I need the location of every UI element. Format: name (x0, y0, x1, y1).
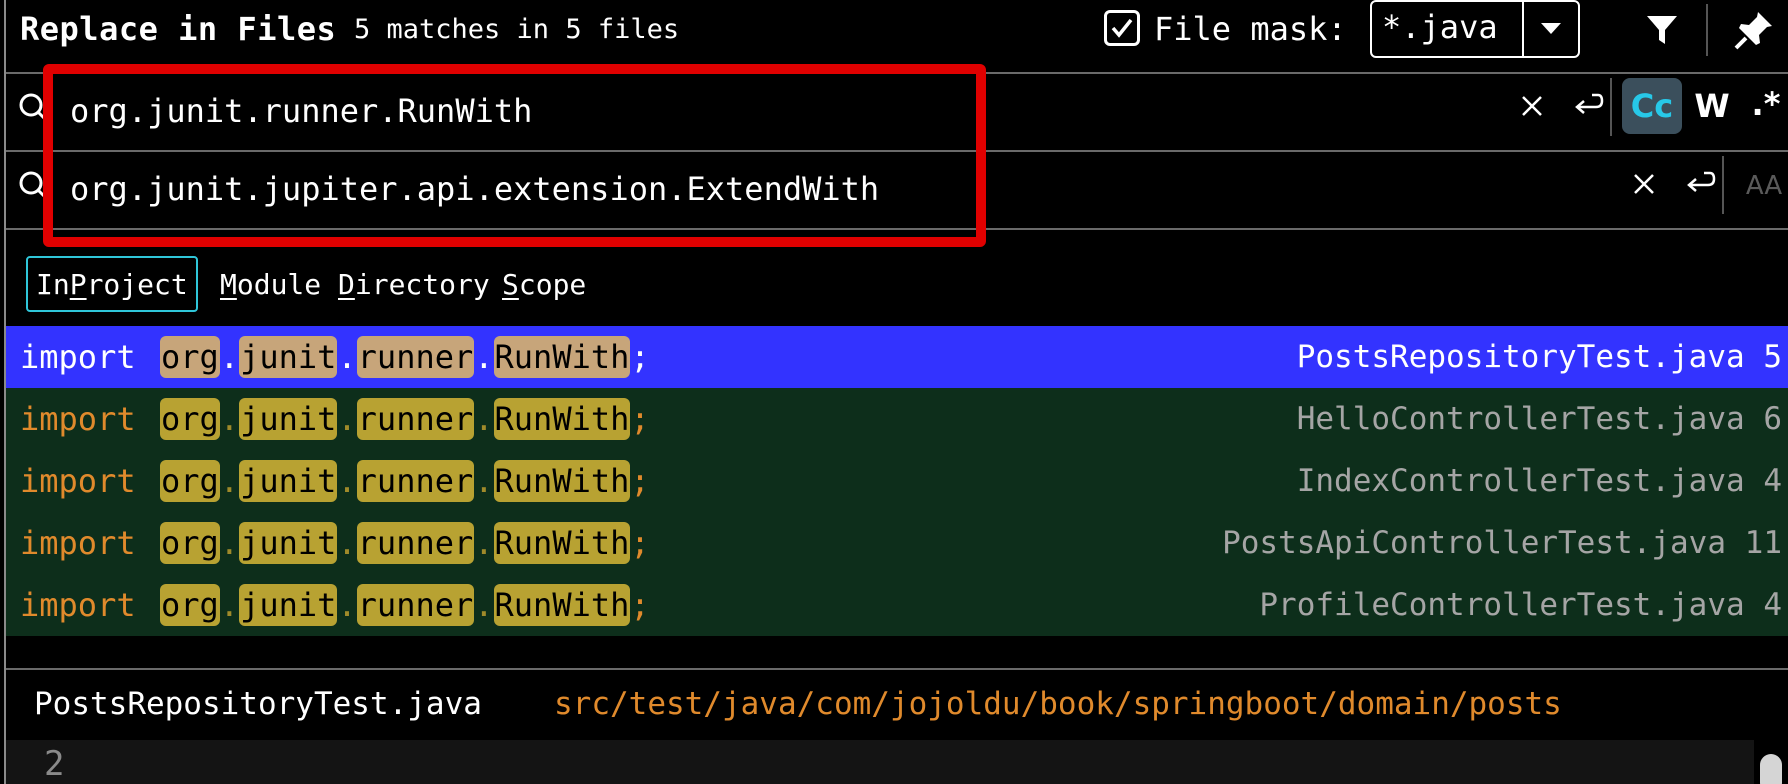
dialog-title: Replace in Files (20, 10, 337, 48)
matched-text: org. junit. runner. RunWith; (160, 398, 650, 440)
search-separator (1610, 78, 1612, 136)
search-input[interactable]: org.junit.runner.RunWith (70, 92, 532, 130)
file-mask-value[interactable]: *.java (1382, 8, 1498, 46)
dialog-header: Replace in Files 5 matches in 5 files Fi… (6, 0, 1788, 72)
scrollbar-thumb[interactable] (1760, 754, 1782, 784)
result-file: PostsApiControllerTest.java 11 (1222, 525, 1782, 561)
match-count: 5 matches in 5 files (354, 14, 680, 45)
result-file: HelloControllerTest.java 6 (1296, 401, 1782, 437)
matched-text: org. junit. runner. RunWith; (160, 460, 650, 502)
result-row[interactable]: import org. junit. runner. RunWith; Profile… (6, 574, 1788, 636)
chevron-down-icon[interactable] (1524, 2, 1578, 56)
search-icon (19, 171, 50, 202)
tab-directory[interactable]: Directory (330, 256, 498, 312)
pin-icon[interactable] (1732, 8, 1776, 52)
import-keyword: import (20, 586, 136, 624)
preview-header: PostsRepositoryTest.java src/test/java/c… (6, 670, 1788, 740)
file-mask-checkbox[interactable] (1104, 10, 1140, 46)
matched-text: org. junit. runner. RunWith; (160, 522, 650, 564)
matched-text: org. junit. runner. RunWith; (160, 584, 650, 626)
preview-file-name: PostsRepositoryTest.java (34, 686, 482, 722)
result-row[interactable]: import org. junit. runner. RunWith; PostsAp… (6, 512, 1788, 574)
preserve-case-icon[interactable]: AA (1742, 164, 1786, 208)
result-row[interactable]: import org. junit. runner. RunWith; IndexCo… (6, 450, 1788, 512)
header-separator (1706, 4, 1708, 56)
import-keyword: import (20, 524, 136, 562)
results-list: import org. junit. runner. RunWith; PostsRe… (6, 326, 1788, 636)
replace-row: org.junit.jupiter.api.extension.ExtendWi… (6, 152, 1788, 228)
import-keyword: import (20, 338, 136, 376)
search-row: org.junit.runner.RunWith Cc W .* (6, 74, 1788, 150)
result-file: ProfileControllerTest.java 4 (1259, 587, 1782, 623)
import-keyword: import (20, 400, 136, 438)
result-file: IndexControllerTest.java 4 (1296, 463, 1782, 499)
words-icon[interactable]: W (1690, 84, 1734, 128)
newline-icon[interactable] (1678, 162, 1722, 206)
file-mask-combo[interactable]: *.java (1370, 0, 1580, 58)
clear-icon[interactable] (1510, 84, 1554, 128)
replace-separator (1722, 156, 1724, 214)
checkmark-icon (1111, 18, 1133, 38)
regex-icon[interactable]: .* (1744, 82, 1788, 126)
line-number: 2 (44, 744, 65, 784)
matched-text: org. junit. runner. RunWith; (160, 336, 650, 378)
import-keyword: import (20, 462, 136, 500)
tab-scope[interactable]: Scope (494, 256, 594, 312)
preview-editor[interactable]: 2 (6, 740, 1754, 784)
result-row[interactable]: import org. junit. runner. RunWith; HelloCo… (6, 388, 1788, 450)
file-mask-label: File mask: (1154, 10, 1347, 48)
match-case-icon[interactable]: Cc (1622, 78, 1682, 134)
search-icon (19, 93, 50, 124)
tab-module[interactable]: Module (212, 256, 329, 312)
divider (6, 228, 1788, 230)
result-row[interactable]: import org. junit. runner. RunWith; PostsRe… (6, 326, 1788, 388)
replace-input[interactable]: org.junit.jupiter.api.extension.ExtendWi… (70, 170, 879, 208)
newline-icon[interactable] (1566, 84, 1610, 128)
result-file: PostsRepositoryTest.java 5 (1296, 339, 1782, 375)
tab-in-project[interactable]: In Project (26, 256, 198, 312)
clear-icon[interactable] (1622, 162, 1666, 206)
filter-icon[interactable] (1642, 10, 1682, 50)
preview-file-path: src/test/java/com/jojoldu/book/springboo… (554, 686, 1562, 722)
